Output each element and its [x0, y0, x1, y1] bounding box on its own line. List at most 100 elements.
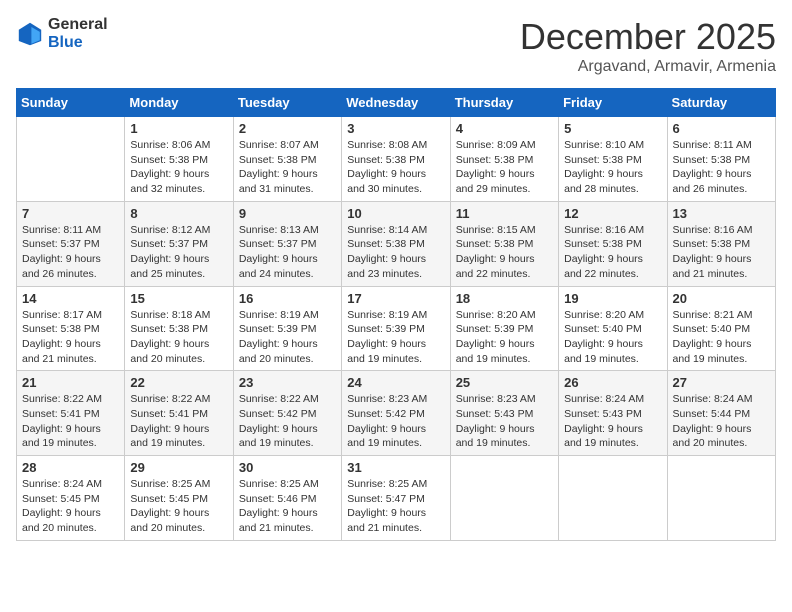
day-number: 29: [130, 460, 227, 475]
day-number: 30: [239, 460, 336, 475]
calendar-week-1: 1 Sunrise: 8:06 AM Sunset: 5:38 PM Daylig…: [17, 117, 776, 202]
calendar-cell: 4Sunrise: 8:09 AM Sunset: 5:38 PM Daylig…: [450, 117, 558, 202]
day-info: Sunrise: 8:07 AM Sunset: 5:38 PM Dayligh…: [239, 138, 336, 197]
col-header-monday: Monday: [125, 89, 233, 117]
calendar-week-2: 7Sunrise: 8:11 AM Sunset: 5:37 PM Daylig…: [17, 201, 776, 286]
day-info: Sunrise: 8:19 AM Sunset: 5:39 PM Dayligh…: [239, 308, 336, 367]
day-info: Sunrise: 8:20 AM Sunset: 5:39 PM Dayligh…: [456, 308, 553, 367]
col-header-sunday: Sunday: [17, 89, 125, 117]
calendar-cell: 15 Sunrise: 8:18 AM Sunset: 5:38 PM Dayli…: [125, 286, 233, 371]
day-number: 18: [456, 291, 553, 306]
col-header-tuesday: Tuesday: [233, 89, 341, 117]
day-info: Sunrise: 8:18 AM Sunset: 5:38 PM Dayligh…: [130, 308, 227, 367]
calendar-cell: 26 Sunrise: 8:24 AM Sunset: 5:43 PM Dayli…: [559, 371, 667, 456]
calendar-table: SundayMondayTuesdayWednesdayThursdayFrid…: [16, 88, 776, 541]
calendar-cell: 31 Sunrise: 8:25 AM Sunset: 5:47 PM Dayli…: [342, 456, 450, 541]
day-info: Sunrise: 8:23 AM Sunset: 5:43 PM Dayligh…: [456, 392, 553, 451]
day-info: Sunrise: 8:19 AM Sunset: 5:39 PM Dayligh…: [347, 308, 444, 367]
calendar-week-3: 14 Sunrise: 8:17 AM Sunset: 5:38 PM Dayli…: [17, 286, 776, 371]
day-number: 3: [347, 121, 444, 136]
calendar-cell: 19Sunrise: 8:20 AM Sunset: 5:40 PM Dayli…: [559, 286, 667, 371]
day-info: Sunrise: 8:25 AM Sunset: 5:47 PM Dayligh…: [347, 477, 444, 536]
calendar-cell: 2 Sunrise: 8:07 AM Sunset: 5:38 PM Daylig…: [233, 117, 341, 202]
day-number: 23: [239, 375, 336, 390]
calendar-cell: 28 Sunrise: 8:24 AM Sunset: 5:45 PM Dayli…: [17, 456, 125, 541]
page-header: General Blue December 2025 Argavand, Arm…: [16, 16, 776, 76]
calendar-cell: [450, 456, 558, 541]
day-info: Sunrise: 8:16 AM Sunset: 5:38 PM Dayligh…: [564, 223, 661, 282]
day-number: 11: [456, 206, 553, 221]
day-number: 21: [22, 375, 119, 390]
calendar-cell: 12 Sunrise: 8:16 AM Sunset: 5:38 PM Dayli…: [559, 201, 667, 286]
logo: General Blue: [16, 16, 108, 51]
day-number: 5: [564, 121, 661, 136]
day-info: Sunrise: 8:22 AM Sunset: 5:42 PM Dayligh…: [239, 392, 336, 451]
day-number: 9: [239, 206, 336, 221]
day-number: 4: [456, 121, 553, 136]
calendar-week-5: 28 Sunrise: 8:24 AM Sunset: 5:45 PM Dayli…: [17, 456, 776, 541]
calendar-cell: 3Sunrise: 8:08 AM Sunset: 5:38 PM Daylig…: [342, 117, 450, 202]
calendar-cell: 13Sunrise: 8:16 AM Sunset: 5:38 PM Dayli…: [667, 201, 775, 286]
day-info: Sunrise: 8:22 AM Sunset: 5:41 PM Dayligh…: [22, 392, 119, 451]
day-number: 28: [22, 460, 119, 475]
logo-text-general: General: [48, 16, 108, 34]
calendar-cell: 29Sunrise: 8:25 AM Sunset: 5:45 PM Dayli…: [125, 456, 233, 541]
day-number: 14: [22, 291, 119, 306]
calendar-cell: 30 Sunrise: 8:25 AM Sunset: 5:46 PM Dayli…: [233, 456, 341, 541]
calendar-cell: 14 Sunrise: 8:17 AM Sunset: 5:38 PM Dayli…: [17, 286, 125, 371]
calendar-cell: 8 Sunrise: 8:12 AM Sunset: 5:37 PM Daylig…: [125, 201, 233, 286]
day-info: Sunrise: 8:12 AM Sunset: 5:37 PM Dayligh…: [130, 223, 227, 282]
calendar-cell: 20 Sunrise: 8:21 AM Sunset: 5:40 PM Dayli…: [667, 286, 775, 371]
calendar-cell: 10Sunrise: 8:14 AM Sunset: 5:38 PM Dayli…: [342, 201, 450, 286]
day-number: 26: [564, 375, 661, 390]
day-number: 31: [347, 460, 444, 475]
day-info: Sunrise: 8:21 AM Sunset: 5:40 PM Dayligh…: [673, 308, 770, 367]
calendar-cell: 22 Sunrise: 8:22 AM Sunset: 5:41 PM Dayli…: [125, 371, 233, 456]
day-number: 17: [347, 291, 444, 306]
day-info: Sunrise: 8:24 AM Sunset: 5:43 PM Dayligh…: [564, 392, 661, 451]
day-info: Sunrise: 8:24 AM Sunset: 5:45 PM Dayligh…: [22, 477, 119, 536]
calendar-cell: [559, 456, 667, 541]
calendar-cell: [17, 117, 125, 202]
col-header-friday: Friday: [559, 89, 667, 117]
calendar-cell: 24Sunrise: 8:23 AM Sunset: 5:42 PM Dayli…: [342, 371, 450, 456]
day-info: Sunrise: 8:10 AM Sunset: 5:38 PM Dayligh…: [564, 138, 661, 197]
calendar-header-row: SundayMondayTuesdayWednesdayThursdayFrid…: [17, 89, 776, 117]
logo-icon: [16, 20, 44, 48]
month-title: December 2025: [520, 16, 776, 58]
day-number: 1: [130, 121, 227, 136]
col-header-thursday: Thursday: [450, 89, 558, 117]
day-number: 8: [130, 206, 227, 221]
calendar-cell: 1 Sunrise: 8:06 AM Sunset: 5:38 PM Daylig…: [125, 117, 233, 202]
calendar-cell: 25 Sunrise: 8:23 AM Sunset: 5:43 PM Dayli…: [450, 371, 558, 456]
day-number: 27: [673, 375, 770, 390]
col-header-wednesday: Wednesday: [342, 89, 450, 117]
calendar-cell: 11Sunrise: 8:15 AM Sunset: 5:38 PM Dayli…: [450, 201, 558, 286]
day-number: 2: [239, 121, 336, 136]
day-number: 15: [130, 291, 227, 306]
day-number: 25: [456, 375, 553, 390]
day-info: Sunrise: 8:06 AM Sunset: 5:38 PM Dayligh…: [130, 138, 227, 197]
location-subtitle: Argavand, Armavir, Armenia: [520, 58, 776, 76]
day-info: Sunrise: 8:11 AM Sunset: 5:38 PM Dayligh…: [673, 138, 770, 197]
day-number: 10: [347, 206, 444, 221]
calendar-cell: 9Sunrise: 8:13 AM Sunset: 5:37 PM Daylig…: [233, 201, 341, 286]
day-number: 6: [673, 121, 770, 136]
day-info: Sunrise: 8:22 AM Sunset: 5:41 PM Dayligh…: [130, 392, 227, 451]
day-number: 22: [130, 375, 227, 390]
calendar-cell: 16 Sunrise: 8:19 AM Sunset: 5:39 PM Dayli…: [233, 286, 341, 371]
day-info: Sunrise: 8:11 AM Sunset: 5:37 PM Dayligh…: [22, 223, 119, 282]
day-number: 20: [673, 291, 770, 306]
col-header-saturday: Saturday: [667, 89, 775, 117]
calendar-cell: 18 Sunrise: 8:20 AM Sunset: 5:39 PM Dayli…: [450, 286, 558, 371]
calendar-cell: [667, 456, 775, 541]
day-number: 16: [239, 291, 336, 306]
day-number: 19: [564, 291, 661, 306]
calendar-cell: 7Sunrise: 8:11 AM Sunset: 5:37 PM Daylig…: [17, 201, 125, 286]
day-info: Sunrise: 8:23 AM Sunset: 5:42 PM Dayligh…: [347, 392, 444, 451]
day-info: Sunrise: 8:17 AM Sunset: 5:38 PM Dayligh…: [22, 308, 119, 367]
day-number: 12: [564, 206, 661, 221]
calendar-week-4: 21 Sunrise: 8:22 AM Sunset: 5:41 PM Dayli…: [17, 371, 776, 456]
calendar-cell: 27Sunrise: 8:24 AM Sunset: 5:44 PM Dayli…: [667, 371, 775, 456]
day-info: Sunrise: 8:25 AM Sunset: 5:46 PM Dayligh…: [239, 477, 336, 536]
